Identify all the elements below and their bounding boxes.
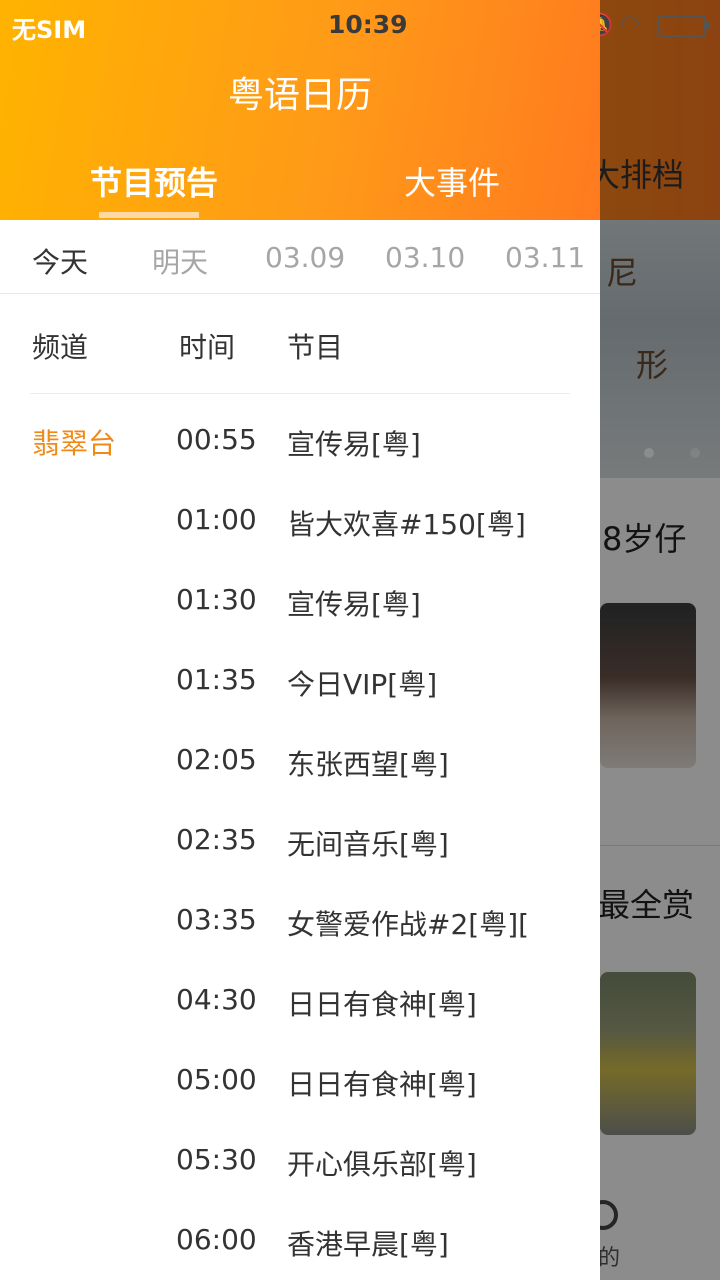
program-name: 女警爱作战#2[粤][ — [287, 908, 530, 941]
column-header-channel: 频道 — [32, 331, 89, 364]
program-time: 04:30 — [176, 983, 257, 1016]
program-row[interactable]: 01:35 今日VIP[粤] — [0, 663, 600, 743]
program-name: 香港早晨[粤] — [287, 1228, 449, 1261]
program-row[interactable]: 00:55 宣传易[粤] — [0, 423, 600, 503]
status-carrier: 无SIM — [12, 16, 87, 44]
program-time: 01:35 — [176, 663, 257, 696]
date-selector: 今天 明天 03.09 03.10 03.11 — [0, 220, 600, 294]
program-row[interactable]: 05:00 日日有食神[粤] — [0, 1063, 600, 1143]
program-time: 02:35 — [176, 823, 257, 856]
program-row[interactable]: 06:00 香港早晨[粤] — [0, 1223, 600, 1280]
drawer-header: 无SIM 10:39 粤语日历 节目预告 大事件 — [0, 0, 600, 220]
divider — [30, 393, 570, 394]
program-time: 06:00 — [176, 1223, 257, 1256]
program-time: 05:30 — [176, 1143, 257, 1176]
program-name: 日日有食神[粤] — [287, 988, 477, 1021]
active-tab-indicator — [99, 212, 199, 218]
program-row[interactable]: 04:30 日日有食神[粤] — [0, 983, 600, 1063]
program-time: 05:00 — [176, 1063, 257, 1096]
program-name: 东张西望[粤] — [287, 748, 449, 781]
program-time: 00:55 — [176, 423, 257, 456]
program-row[interactable]: 05:30 开心俱乐部[粤] — [0, 1143, 600, 1223]
status-time: 10:39 — [328, 10, 408, 39]
program-time: 03:35 — [176, 903, 257, 936]
program-name: 开心俱乐部[粤] — [287, 1148, 477, 1181]
program-time: 01:30 — [176, 583, 257, 616]
program-time: 01:00 — [176, 503, 257, 536]
date-tab-today[interactable]: 今天 — [32, 241, 88, 281]
program-name: 日日有食神[粤] — [287, 1068, 477, 1101]
program-name: 皆大欢喜#150[粤] — [287, 508, 526, 541]
program-row[interactable]: 02:35 无间音乐[粤] — [0, 823, 600, 903]
program-name: 今日VIP[粤] — [287, 668, 438, 701]
program-row[interactable]: 01:30 宣传易[粤] — [0, 583, 600, 663]
wifi-icon: ◠ — [620, 10, 641, 38]
column-header-time: 时间 — [179, 331, 236, 364]
program-name: 无间音乐[粤] — [287, 828, 449, 861]
program-row[interactable]: 03:35 女警爱作战#2[粤][ — [0, 903, 600, 983]
date-tab-0311[interactable]: 03.11 — [505, 241, 585, 274]
date-tab-0309[interactable]: 03.09 — [265, 241, 345, 274]
calendar-drawer: 无SIM 10:39 粤语日历 节目预告 大事件 今天 明天 03.09 03.… — [0, 0, 600, 1280]
status-icons: 🔕 ◠ — [586, 10, 716, 40]
tab-big-events[interactable]: 大事件 — [404, 158, 500, 204]
date-tab-0310[interactable]: 03.10 — [385, 241, 465, 274]
program-time: 02:05 — [176, 743, 257, 776]
column-header-program: 节目 — [287, 331, 344, 364]
program-name: 宣传易[粤] — [287, 428, 421, 461]
battery-icon — [658, 15, 710, 37]
program-row[interactable]: 02:05 东张西望[粤] — [0, 743, 600, 823]
date-tab-tomorrow[interactable]: 明天 — [152, 241, 208, 281]
program-name: 宣传易[粤] — [287, 588, 421, 621]
tab-program-preview[interactable]: 节目预告 — [90, 158, 218, 204]
program-row[interactable]: 01:00 皆大欢喜#150[粤] — [0, 503, 600, 583]
drawer-title: 粤语日历 — [227, 75, 372, 116]
